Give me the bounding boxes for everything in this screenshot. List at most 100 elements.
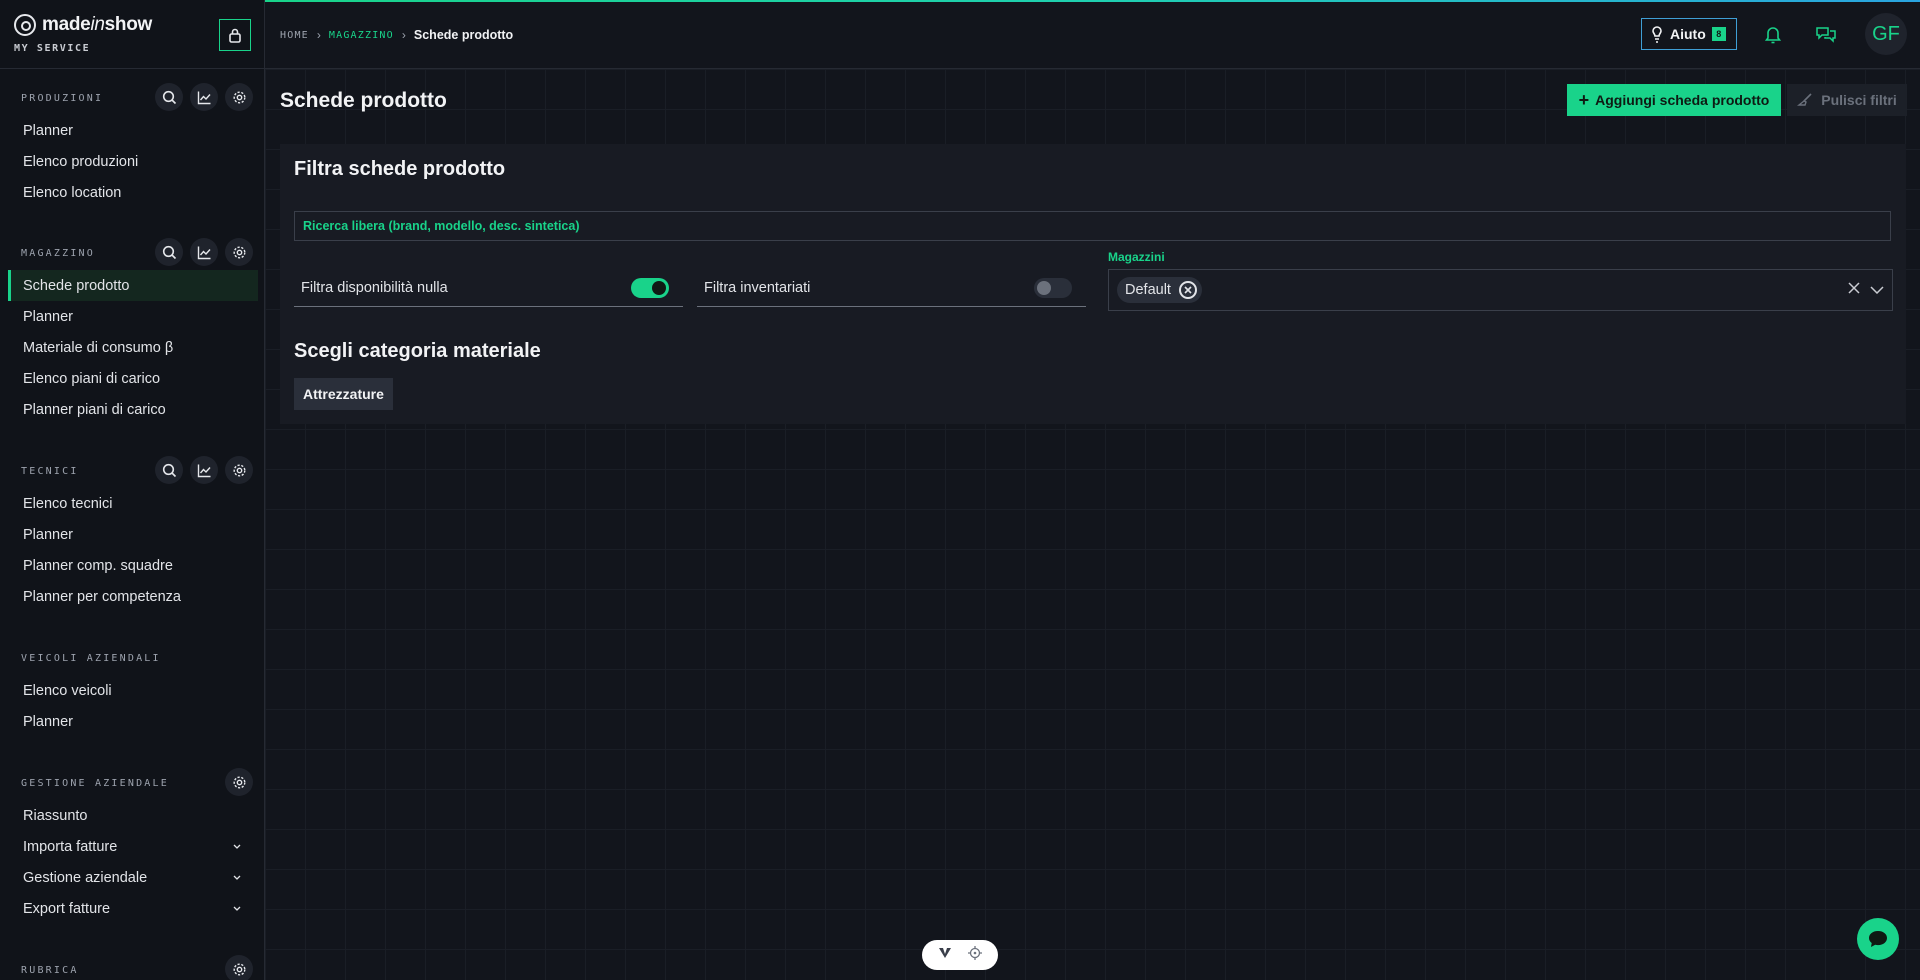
category-attrezzature-button[interactable]: Attrezzature xyxy=(294,378,393,410)
search-button[interactable] xyxy=(155,456,183,484)
brand-name: madeinshow xyxy=(42,14,152,35)
help-button[interactable]: Aiuto 8 xyxy=(1641,18,1737,50)
section-produzioni: PRODUZIONI Planner Elenco produzioni Ele… xyxy=(0,81,264,208)
section-header: PRODUZIONI xyxy=(0,81,264,115)
null-availability-filter[interactable]: Filtra disponibilità nulla xyxy=(294,269,683,307)
settings-button[interactable] xyxy=(225,955,253,980)
search-input[interactable] xyxy=(303,219,1890,233)
section-title: TECNICI xyxy=(21,466,79,477)
chevron-down-icon xyxy=(232,873,242,883)
null-availability-label: Filtra disponibilità nulla xyxy=(301,279,448,296)
trend-chart-icon xyxy=(197,91,211,104)
gear-icon xyxy=(232,463,246,477)
breadcrumb-magazzino[interactable]: MAGAZZINO xyxy=(329,30,394,41)
section-veicoli: VEICOLI AZIENDALI Elenco veicoli Planner xyxy=(0,641,264,737)
v-logo-icon xyxy=(939,948,951,958)
sidebar-item-planner-competenza[interactable]: Planner per competenza xyxy=(0,581,264,612)
sidebar-item-elenco-tecnici[interactable]: Elenco tecnici xyxy=(0,488,264,519)
messages-button[interactable] xyxy=(1814,22,1838,46)
sidebar-item-riassunto[interactable]: Riassunto xyxy=(0,800,264,831)
crosshair-icon xyxy=(968,945,982,960)
sidebar-item-elenco-veicoli[interactable]: Elenco veicoli xyxy=(0,675,264,706)
section-header: RUBRICA xyxy=(0,953,264,980)
notifications-button[interactable] xyxy=(1761,22,1785,46)
sidebar-item-planner[interactable]: Planner xyxy=(0,706,264,737)
sidebar-item-label: Planner xyxy=(23,308,73,325)
sidebar-item-label: Planner xyxy=(23,526,73,543)
search-button[interactable] xyxy=(155,83,183,111)
stats-button[interactable] xyxy=(190,238,218,266)
chat-bubble-icon xyxy=(1869,931,1887,947)
brand-logo[interactable]: madeinshow xyxy=(14,14,152,36)
null-availability-toggle[interactable] xyxy=(631,277,669,298)
sidebar-item-elenco-location[interactable]: Elenco location xyxy=(0,177,264,208)
stats-button[interactable] xyxy=(190,456,218,484)
sidebar-item-gestione-aziendale[interactable]: Gestione aziendale xyxy=(0,862,264,893)
settings-button[interactable] xyxy=(225,83,253,111)
search-icon xyxy=(162,245,176,259)
search-field[interactable] xyxy=(294,211,1891,241)
target-button[interactable] xyxy=(968,945,982,965)
inventory-toggle[interactable] xyxy=(1034,277,1072,298)
stats-button[interactable] xyxy=(190,83,218,111)
search-icon xyxy=(162,90,176,104)
bell-icon xyxy=(1764,26,1782,43)
vuetify-logo-button[interactable] xyxy=(938,946,952,964)
remove-chip-button[interactable] xyxy=(1178,281,1197,299)
sidebar-item-planner[interactable]: Planner xyxy=(0,301,264,332)
sidebar-item-label: Planner per competenza xyxy=(23,588,181,605)
warehouses-select[interactable]: Default xyxy=(1108,269,1893,311)
section-tools xyxy=(155,83,253,111)
settings-button[interactable] xyxy=(225,238,253,266)
broom-icon xyxy=(1797,93,1812,106)
sidebar-item-elenco-piani-carico[interactable]: Elenco piani di carico xyxy=(0,363,264,394)
section-tools xyxy=(155,456,253,484)
chat-support-button[interactable] xyxy=(1857,918,1899,960)
section-title: MAGAZZINO xyxy=(21,248,95,259)
logo-icon xyxy=(14,14,36,36)
avatar[interactable]: GF xyxy=(1865,13,1907,55)
warehouse-chip-label: Default xyxy=(1125,282,1171,298)
trend-chart-icon xyxy=(197,246,211,259)
sidebar-item-label: Elenco veicoli xyxy=(23,682,112,699)
add-product-sheet-button[interactable]: + Aggiungi scheda prodotto xyxy=(1567,84,1781,116)
clear-filters-button[interactable]: Pulisci filtri xyxy=(1787,84,1907,116)
clear-selection-button[interactable] xyxy=(1848,281,1860,299)
inventory-filter[interactable]: Filtra inventariati xyxy=(697,269,1086,307)
settings-button[interactable] xyxy=(225,768,253,796)
breadcrumb-home[interactable]: HOME xyxy=(280,30,309,41)
category-title: Scegli categoria materiale xyxy=(294,340,541,362)
sidebar-item-label: Elenco location xyxy=(23,184,122,201)
close-icon xyxy=(1184,286,1192,294)
section-header: TECNICI xyxy=(0,454,264,488)
sidebar-item-label: Planner piani di carico xyxy=(23,401,166,418)
sidebar-item-elenco-produzioni[interactable]: Elenco produzioni xyxy=(0,146,264,177)
breadcrumb-current: Schede prodotto xyxy=(413,28,514,42)
lock-button[interactable] xyxy=(219,19,251,51)
sidebar-item-importa-fatture[interactable]: Importa fatture xyxy=(0,831,264,862)
sidebar-item-materiale-consumo[interactable]: Materiale di consumo β xyxy=(0,332,264,363)
sidebar-item-label: Riassunto xyxy=(23,807,88,824)
section-rubrica: RUBRICA xyxy=(0,953,264,980)
chevron-down-icon xyxy=(232,904,242,914)
sidebar-item-planner-comp-squadre[interactable]: Planner comp. squadre xyxy=(0,550,264,581)
select-controls xyxy=(1848,281,1884,299)
sidebar-item-label: Gestione aziendale xyxy=(23,869,148,886)
section-tools xyxy=(225,768,253,796)
sidebar-item-planner-piani-carico[interactable]: Planner piani di carico xyxy=(0,394,264,425)
section-gestione-aziendale: GESTIONE AZIENDALE Riassunto Importa fat… xyxy=(0,766,264,924)
sidebar-item-planner[interactable]: Planner xyxy=(0,115,264,146)
main-content: Schede prodotto + Aggiungi scheda prodot… xyxy=(265,69,1920,980)
gear-icon xyxy=(232,775,246,789)
close-icon xyxy=(1848,282,1860,294)
search-button[interactable] xyxy=(155,238,183,266)
sidebar-item-planner[interactable]: Planner xyxy=(0,519,264,550)
sidebar-item-label: Elenco piani di carico xyxy=(23,370,161,387)
sidebar-item-schede-prodotto[interactable]: Schede prodotto xyxy=(8,270,258,301)
brand-subtitle: MY SERVICE xyxy=(14,43,91,54)
sidebar-item-export-fatture[interactable]: Export fatture xyxy=(0,893,264,924)
sidebar-item-label: Materiale di consumo β xyxy=(23,339,174,356)
section-tools xyxy=(155,238,253,266)
dropdown-toggle[interactable] xyxy=(1870,281,1884,299)
settings-button[interactable] xyxy=(225,456,253,484)
